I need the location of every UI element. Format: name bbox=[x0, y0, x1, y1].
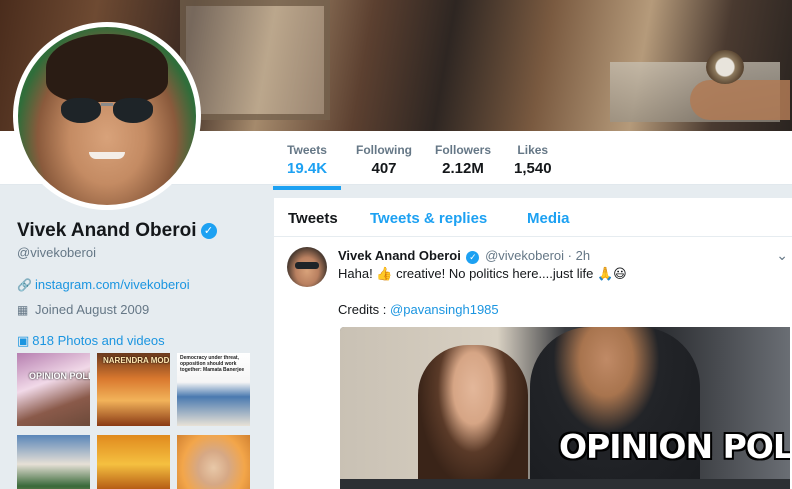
stat-following-label: Following bbox=[356, 143, 412, 157]
banner-arm-shape bbox=[690, 80, 790, 120]
profile-name-row: Vivek Anand Oberoi ✓ bbox=[17, 220, 217, 242]
thumbnail-caption: NARENDRA MODI bbox=[103, 356, 170, 365]
link-icon: 🔗 bbox=[17, 278, 32, 292]
tweet-header: Vivek Anand Oberoi ✓ @vivekoberoi · 2h bbox=[338, 248, 590, 264]
profile-avatar[interactable] bbox=[13, 22, 201, 210]
profile-website-row: 🔗 instagram.com/vivekoberoi bbox=[17, 277, 190, 292]
twitter-profile-page: Tweets 19.4K Following 407 Followers 2.1… bbox=[0, 0, 792, 489]
photo-icon: ▣ bbox=[17, 333, 30, 348]
tweet-timestamp[interactable]: 2h bbox=[576, 248, 590, 263]
avatar-photo bbox=[18, 27, 196, 205]
tweet-author-handle[interactable]: @vivekoberoi bbox=[485, 248, 564, 263]
profile-website-link[interactable]: instagram.com/vivekoberoi bbox=[35, 277, 190, 292]
profile-joined-row: ▦ Joined August 2009 bbox=[17, 302, 149, 317]
tweet-avatar-sunglasses bbox=[295, 262, 319, 269]
avatar-mouth-shape bbox=[89, 151, 125, 159]
timeline-tabs: Tweets Tweets & replies Media bbox=[274, 198, 792, 237]
tweet-author-name[interactable]: Vivek Anand Oberoi bbox=[338, 248, 461, 263]
avatar-hair-shape bbox=[46, 34, 168, 102]
stat-followers[interactable]: Followers 2.12M bbox=[435, 143, 491, 177]
calendar-icon: ▦ bbox=[17, 303, 29, 317]
profile-handle[interactable]: @vivekoberoi bbox=[17, 245, 96, 260]
stat-followers-label: Followers bbox=[435, 143, 492, 157]
stat-tweets-value: 19.4K bbox=[287, 160, 328, 177]
stat-following-value: 407 bbox=[371, 160, 397, 177]
tweet-item[interactable]: Vivek Anand Oberoi ✓ @vivekoberoi · 2h ⌄… bbox=[274, 238, 792, 489]
tab-tweets[interactable]: Tweets bbox=[288, 210, 338, 227]
tweet-separator: · bbox=[567, 248, 572, 263]
stat-followers-value: 2.12M bbox=[442, 160, 484, 177]
thumbnail-caption: Democracy under threat, opposition shoul… bbox=[180, 355, 245, 373]
tweet-credits-label: Credits : bbox=[338, 302, 387, 317]
media-overlay-text: OPINION POLL bbox=[559, 427, 790, 466]
photos-and-videos-link[interactable]: ▣ 818 Photos and videos bbox=[17, 333, 165, 349]
profile-joined-date: Joined August 2009 bbox=[35, 302, 150, 317]
stat-tweets-label: Tweets bbox=[287, 143, 327, 157]
media-thumbnail[interactable] bbox=[17, 435, 90, 489]
tweet-text: Haha! 👍 creative! No politics here....ju… bbox=[338, 266, 627, 281]
stat-following[interactable]: Following 407 bbox=[356, 143, 412, 177]
avatar-sunglasses-shape bbox=[60, 98, 154, 124]
media-thumbnail[interactable]: OPINION POLL bbox=[17, 353, 90, 426]
media-bottom-strip bbox=[340, 479, 790, 489]
verified-badge-icon: ✓ bbox=[466, 251, 480, 264]
banner-watch-shape bbox=[706, 50, 744, 84]
tab-media[interactable]: Media bbox=[527, 210, 570, 227]
timeline-panel: Tweets Tweets & replies Media Vivek Anan… bbox=[274, 198, 792, 489]
media-thumbnail[interactable]: Democracy under threat, opposition shoul… bbox=[177, 353, 250, 426]
profile-name[interactable]: Vivek Anand Oberoi bbox=[17, 220, 197, 241]
verified-badge-icon: ✓ bbox=[200, 223, 217, 239]
tweet-media-image[interactable]: OPINION POLL bbox=[340, 327, 790, 489]
tab-tweets-and-replies[interactable]: Tweets & replies bbox=[370, 210, 487, 227]
lens-right bbox=[112, 98, 154, 124]
media-thumbnail[interactable]: NARENDRA MODI bbox=[97, 353, 170, 426]
tweet-credits: Credits : @pavansingh1985 bbox=[338, 302, 499, 317]
chevron-down-icon[interactable]: ⌄ bbox=[776, 247, 788, 264]
media-person-left-shape bbox=[418, 345, 528, 489]
media-thumbnail[interactable] bbox=[97, 435, 170, 489]
stat-likes-value: 1,540 bbox=[514, 160, 552, 177]
glasses-bridge bbox=[101, 103, 113, 107]
banner-frame-shape bbox=[180, 0, 330, 120]
stat-likes-label: Likes bbox=[517, 143, 549, 157]
stat-tweets[interactable]: Tweets 19.4K bbox=[272, 143, 342, 190]
profile-sidebar: Vivek Anand Oberoi ✓ @vivekoberoi 🔗 instag… bbox=[0, 185, 268, 489]
tweet-credits-mention[interactable]: @pavansingh1985 bbox=[390, 302, 499, 317]
lens-left bbox=[60, 98, 102, 124]
photos-and-videos-label: 818 Photos and videos bbox=[32, 333, 165, 348]
tweet-author-avatar[interactable] bbox=[287, 247, 327, 287]
stat-likes[interactable]: Likes 1,540 bbox=[514, 143, 552, 177]
media-thumbnail[interactable] bbox=[177, 435, 250, 489]
thumbnail-caption: OPINION POLL bbox=[29, 371, 90, 381]
